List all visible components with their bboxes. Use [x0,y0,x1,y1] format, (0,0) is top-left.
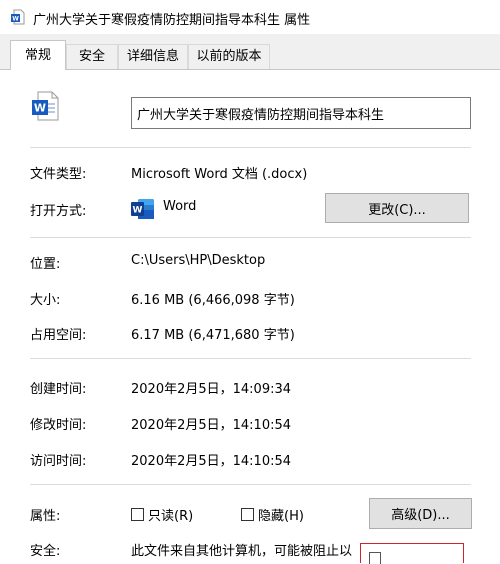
word-document-icon: W [32,91,59,121]
accessed-value: 2020年2月5日，14:10:54 [131,454,292,469]
readonly-label: 只读(R) [148,509,194,524]
svg-text:W: W [34,102,46,115]
modified-value: 2020年2月5日，14:10:54 [131,418,292,433]
created-label: 创建时间: [30,382,87,397]
separator [30,237,471,238]
unblock-highlight[interactable] [360,543,464,564]
file-name-input[interactable] [131,97,471,129]
advanced-button[interactable]: 高级(D)... [369,498,472,529]
readonly-checkbox[interactable] [131,508,144,521]
opens-with-value: Word [163,199,197,214]
size-on-disk-label: 占用空间: [30,328,87,343]
title-bar: W 广州大学关于寒假疫情防控期间指导本科生 属性 [0,0,500,35]
unblock-checkbox[interactable] [369,552,381,564]
window-title: 广州大学关于寒假疫情防控期间指导本科生 属性 [33,13,311,28]
tab-strip: 常规 安全 详细信息 以前的版本 [0,34,500,70]
svg-text:W: W [133,206,143,216]
separator [30,147,471,148]
tab-security[interactable]: 安全 [66,44,118,69]
location-label: 位置: [30,257,61,272]
size-label: 大小: [30,293,61,308]
size-on-disk-value: 6.17 MB (6,471,680 字节) [131,328,295,343]
general-panel: W 文件类型: Microsoft Word 文档 (.docx) 打开方式: … [0,69,500,564]
tab-previous-versions[interactable]: 以前的版本 [188,44,270,69]
modified-label: 修改时间: [30,418,87,433]
created-value: 2020年2月5日，14:09:34 [131,382,292,397]
location-value: C:\Users\HP\Desktop [131,253,266,268]
change-button[interactable]: 更改(C)... [325,193,469,223]
file-type-label: 文件类型: [30,167,87,182]
attributes-label: 属性: [30,509,61,524]
security-label: 安全: [30,544,61,559]
separator [30,484,471,485]
hidden-checkbox[interactable] [241,508,254,521]
security-text: 此文件来自其他计算机，可能被阻止以 [131,544,353,559]
hidden-label: 隐藏(H) [258,509,304,524]
word-document-icon: W [11,9,25,25]
accessed-label: 访问时间: [30,454,87,469]
word-app-icon: W [131,199,154,219]
size-value: 6.16 MB (6,466,098 字节) [131,293,295,308]
opens-with-label: 打开方式: [30,204,87,219]
tab-general[interactable]: 常规 [10,40,66,70]
tab-details[interactable]: 详细信息 [118,44,188,69]
separator [30,358,471,359]
file-type-value: Microsoft Word 文档 (.docx) [131,167,308,182]
svg-text:W: W [12,16,19,23]
